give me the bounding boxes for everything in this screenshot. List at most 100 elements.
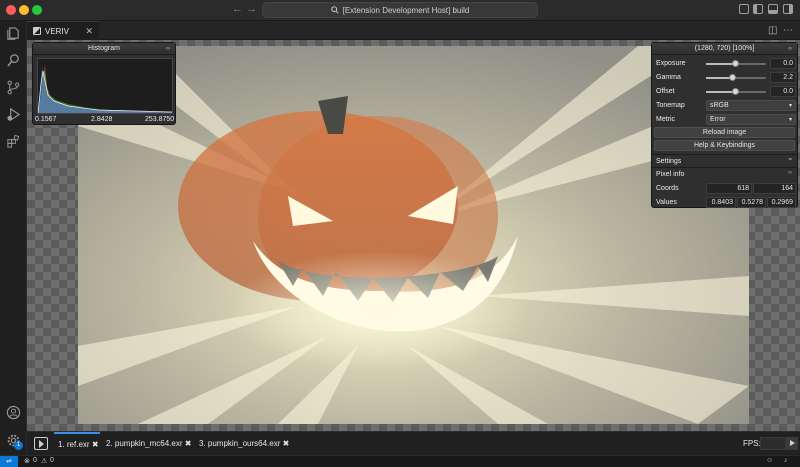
histogram-tick-mid: 2.8428: [91, 116, 113, 123]
close-file-icon[interactable]: ✖: [185, 439, 192, 448]
close-tab-icon[interactable]: ✕: [85, 26, 93, 37]
editor-tab-bar: VERIV ✕ ◫ ⋯: [27, 21, 800, 40]
file-tab-label: 3. pumpkin_ours64.exr: [199, 439, 281, 448]
close-window-button[interactable]: [6, 5, 16, 15]
explorer-icon[interactable]: [6, 26, 21, 41]
collapse-icon[interactable]: ‹›: [788, 43, 792, 55]
value-g: 0.5278: [737, 197, 766, 208]
tab-label: VERIV: [45, 26, 70, 36]
status-bar: ⇌ ⊗ 0 ⚠ 0 ☺ ♪: [0, 455, 800, 467]
expand-icon[interactable]: =: [788, 157, 792, 163]
search-icon[interactable]: [6, 53, 21, 68]
collapse-icon[interactable]: ‹›: [788, 170, 792, 176]
metric-select[interactable]: Error ▾: [706, 114, 796, 125]
coords-x: 618: [706, 183, 752, 194]
tab-veriv[interactable]: VERIV ✕: [27, 21, 99, 40]
toggle-secondary-sidebar-icon[interactable]: [783, 4, 793, 14]
offset-value[interactable]: 0.0: [770, 86, 796, 97]
reload-image-button[interactable]: Reload image: [654, 127, 795, 138]
extensions-icon[interactable]: [6, 134, 21, 149]
layout-controls-icon[interactable]: [739, 4, 749, 14]
coords-row: Coords 618 164: [652, 182, 797, 195]
tonemap-select[interactable]: sRGB ▾: [706, 100, 796, 111]
forward-arrow-icon[interactable]: →: [246, 3, 257, 15]
file-tab-label: 2. pumpkin_mc64.exr: [106, 439, 183, 448]
gamma-slider[interactable]: [706, 74, 766, 81]
warnings-icon[interactable]: ⚠: [41, 457, 47, 465]
window-title: [Extension Development Host] build: [342, 5, 470, 15]
exposure-label: Exposure: [656, 60, 686, 67]
gamma-row: Gamma 2.2: [652, 71, 797, 84]
pixel-info-label: Pixel info: [656, 171, 685, 178]
help-keybindings-button[interactable]: Help & Keybindings: [654, 140, 795, 151]
tonemap-row: Tonemap sRGB ▾: [652, 99, 797, 112]
histogram-panel[interactable]: Histogram ‹› 0.1567 2.8428 253.8750: [32, 42, 176, 125]
offset-slider[interactable]: [706, 88, 766, 95]
chevron-down-icon: ▾: [788, 117, 792, 123]
histogram-blue-channel: [38, 67, 172, 113]
offset-row: Offset 0.0: [652, 85, 797, 98]
value-r: 0.8403: [706, 197, 736, 208]
zoom-window-button[interactable]: [32, 5, 42, 15]
histogram-title: Histogram: [88, 45, 120, 52]
exposure-row: Exposure 0.0: [652, 57, 797, 70]
settings-label: Settings: [656, 158, 682, 165]
close-file-icon[interactable]: ✖: [283, 439, 290, 448]
command-center[interactable]: [Extension Development Host] build: [262, 2, 538, 18]
source-control-icon[interactable]: [6, 80, 21, 95]
fps-label: FPS:: [743, 439, 761, 448]
image-size-label: (1280, 720) [100%]: [694, 45, 755, 52]
exposure-slider-knob[interactable]: [732, 60, 739, 67]
offset-label: Offset: [656, 88, 675, 95]
close-file-icon[interactable]: ✖: [92, 440, 99, 449]
file-tab-2[interactable]: 2. pumpkin_mc64.exr ✖: [106, 432, 191, 456]
back-arrow-icon[interactable]: ←: [232, 3, 243, 15]
file-tab-bar: 1. ref.exr ✖ 2. pumpkin_mc64.exr ✖ 3. pu…: [27, 431, 800, 455]
activity-bar: [0, 21, 27, 455]
tonemap-label: Tonemap: [656, 102, 685, 109]
run-debug-icon[interactable]: [6, 107, 21, 122]
file-tab-3[interactable]: 3. pumpkin_ours64.exr ✖: [199, 432, 289, 456]
chevron-down-icon: ▾: [788, 103, 792, 109]
exposure-slider[interactable]: [706, 60, 766, 67]
gamma-slider-knob[interactable]: [729, 74, 736, 81]
coords-label: Coords: [656, 185, 679, 192]
play-icon[interactable]: [786, 437, 798, 450]
errors-icon[interactable]: ⊗: [24, 457, 30, 465]
value-b: 0.2969: [767, 197, 796, 208]
gamma-label: Gamma: [656, 74, 681, 81]
file-tab-1[interactable]: 1. ref.exr ✖: [54, 432, 100, 456]
collapse-icon[interactable]: ‹›: [166, 43, 170, 55]
copilot-icon[interactable]: ☺: [766, 457, 773, 464]
offset-slider-knob[interactable]: [732, 88, 739, 95]
controls-header[interactable]: (1280, 720) [100%] ‹›: [652, 43, 797, 55]
remote-indicator-icon[interactable]: ⇌: [0, 456, 18, 467]
toggle-sidebar-icon[interactable]: [753, 4, 763, 14]
search-icon: [330, 6, 339, 14]
controls-panel[interactable]: (1280, 720) [100%] ‹› Exposure 0.0 Gamma…: [651, 42, 798, 208]
toggle-sidebar-icon[interactable]: [34, 437, 48, 450]
histogram-tick-min: 0.1567: [35, 116, 57, 123]
file-tab-label: 1. ref.exr: [58, 440, 90, 449]
metric-selected: Error: [710, 116, 726, 123]
image-file-icon: [33, 27, 41, 35]
minimize-window-button[interactable]: [19, 5, 29, 15]
histogram-plot: [37, 58, 173, 114]
more-actions-icon[interactable]: ⋯: [783, 25, 793, 36]
errors-count[interactable]: 0: [33, 457, 37, 464]
values-row: Values 0.8403 0.5278 0.2969: [652, 196, 797, 209]
warnings-count[interactable]: 0: [50, 457, 54, 464]
exposure-value[interactable]: 0.0: [770, 58, 796, 69]
fps-field[interactable]: [760, 437, 786, 450]
account-icon[interactable]: [6, 405, 21, 420]
histogram-tick-max: 253.8750: [145, 116, 175, 123]
toggle-panel-icon[interactable]: [768, 4, 778, 14]
metric-row: Metric Error ▾: [652, 113, 797, 126]
split-editor-icon[interactable]: ◫: [768, 25, 777, 36]
rendered-image: [78, 46, 749, 424]
pixel-info-section-header[interactable]: Pixel info ‹›: [652, 167, 797, 180]
histogram-header[interactable]: Histogram ‹›: [33, 43, 175, 55]
gamma-value[interactable]: 2.2: [770, 72, 796, 83]
settings-section-header[interactable]: Settings =: [652, 154, 797, 167]
notifications-bell-icon[interactable]: ♪: [784, 457, 788, 464]
